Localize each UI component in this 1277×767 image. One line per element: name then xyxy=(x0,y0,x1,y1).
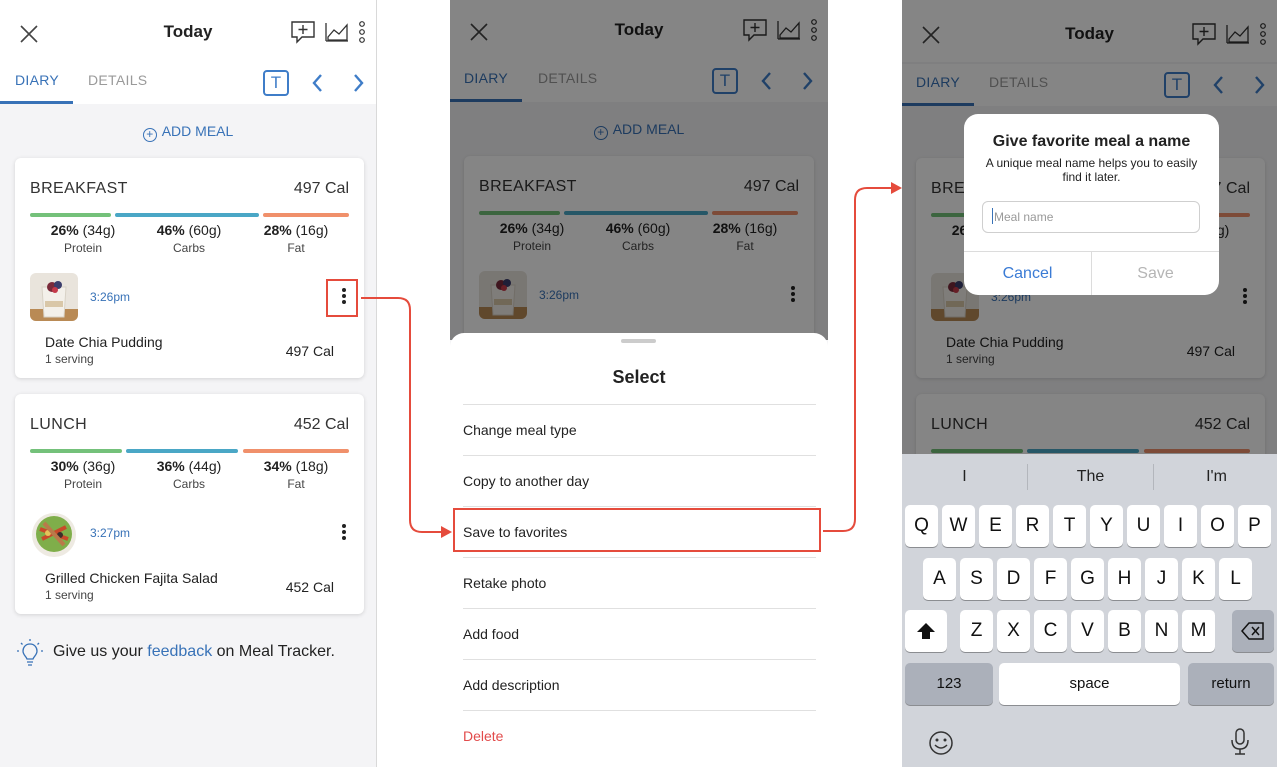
flow-arrows xyxy=(361,182,902,538)
arrowhead-2 xyxy=(891,182,902,194)
arrow-to-dialog xyxy=(823,187,893,532)
arrow-to-select-sheet xyxy=(361,297,444,533)
arrowhead-1 xyxy=(441,526,452,538)
